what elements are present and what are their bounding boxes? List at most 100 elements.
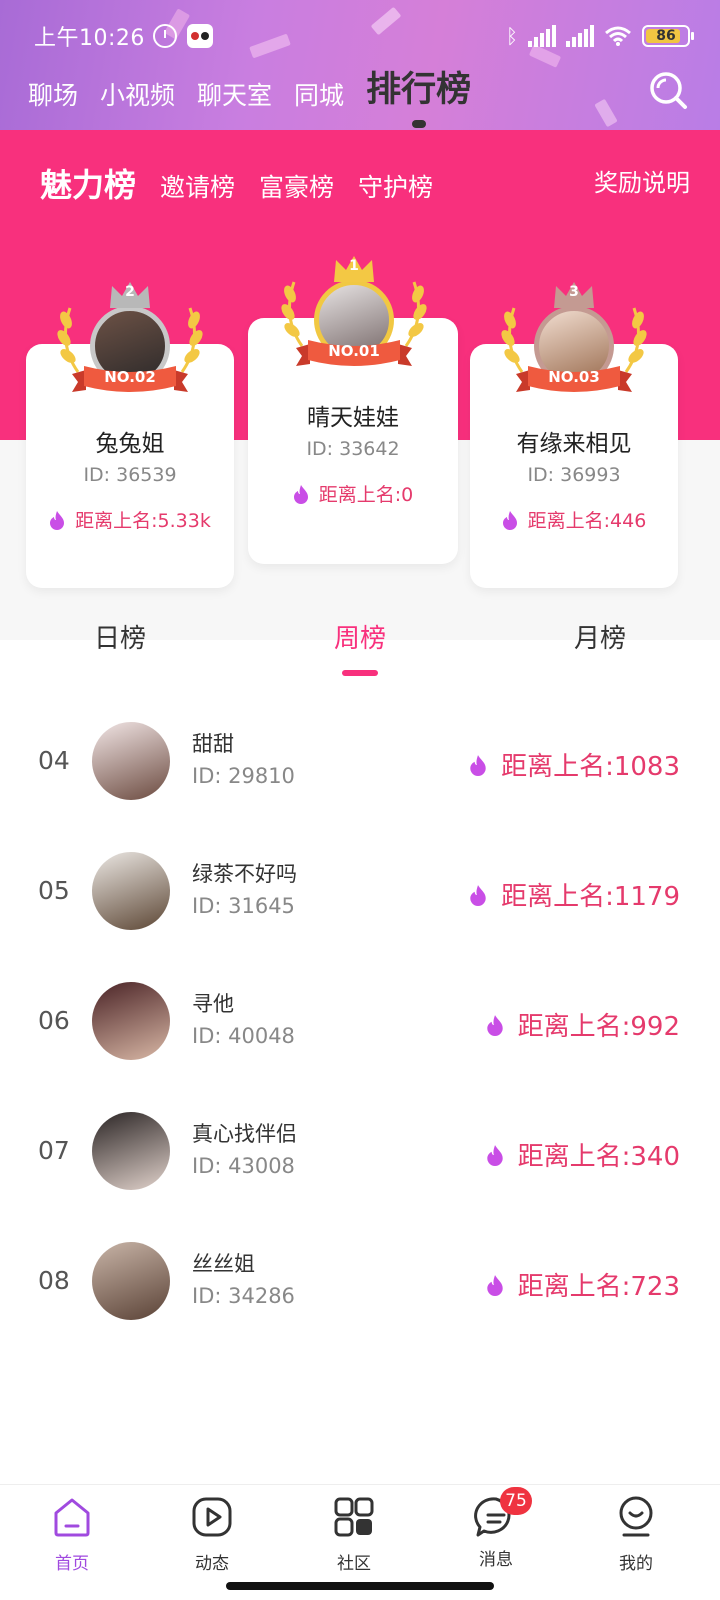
tab-charm[interactable]: 魅力榜 — [40, 160, 136, 206]
home-icon — [54, 1498, 90, 1537]
confetti-decoration — [594, 98, 618, 128]
nav-home[interactable]: 首页 — [12, 1495, 132, 1574]
reward-rules-link[interactable]: 奖励说明 — [594, 163, 690, 198]
gap-to-previous: 距离上名:340 — [486, 1136, 680, 1173]
user-name: 甜甜 — [192, 732, 234, 756]
podium-gap-text: 距离上名:5.33k — [75, 510, 211, 532]
list-item[interactable]: 05 绿茶不好吗 ID: 31645 距离上名:1179 — [0, 842, 720, 942]
home-indicator[interactable] — [226, 1582, 494, 1590]
rank-badge: NO.01 — [328, 342, 380, 360]
list-item[interactable]: 07 真心找伴侣 ID: 43008 距离上名:340 — [0, 1102, 720, 1202]
podium-gap: 距离上名:446 — [470, 506, 678, 533]
play-icon — [192, 1497, 232, 1537]
nav-community-label: 社区 — [337, 1554, 371, 1574]
nav-messages[interactable]: 75 消息 — [436, 1487, 556, 1570]
avatar — [92, 1112, 170, 1190]
avatar — [92, 852, 170, 930]
gap-text: 距离上名:1083 — [501, 752, 680, 782]
rank-number: 04 — [38, 746, 70, 775]
podium-gap: 距离上名:0 — [248, 480, 458, 507]
gap-to-previous: 距离上名:1083 — [469, 746, 680, 783]
user-name: 绿茶不好吗 — [192, 862, 297, 886]
battery-level: 86 — [656, 28, 676, 44]
message-icon-wrap: 75 — [474, 1487, 532, 1539]
profile-icon — [619, 1496, 653, 1537]
tab-short-video[interactable]: 小视频 — [100, 76, 175, 112]
gap-to-previous: 距离上名:1179 — [469, 876, 680, 913]
rank-badge: NO.03 — [548, 368, 600, 386]
list-item[interactable]: 08 丝丝姐 ID: 34286 距离上名:723 — [0, 1232, 720, 1332]
tab-leaderboard[interactable]: 排行榜 — [366, 61, 471, 128]
tab-guard[interactable]: 守护榜 — [358, 168, 433, 204]
ranking-list: 04 甜甜 ID: 29810 距离上名:1083 05 绿茶不好吗 ID: 3… — [0, 712, 720, 1482]
grid-icon — [334, 1497, 374, 1537]
list-item[interactable]: 06 寻他 ID: 40048 距离上名:992 — [0, 972, 720, 1072]
crown-rank-number: 2 — [125, 284, 135, 300]
bluetooth-icon: ᛒ — [506, 24, 518, 48]
gap-text: 距离上名:1179 — [501, 882, 680, 912]
tab-weekly[interactable]: 周榜 — [240, 618, 480, 678]
podium-id: ID: 36539 — [83, 464, 177, 486]
nav-feed[interactable]: 动态 — [152, 1495, 272, 1574]
user-id: ID: 40048 — [192, 1024, 295, 1048]
rank-number: 05 — [38, 876, 70, 905]
nav-profile-label: 我的 — [619, 1554, 653, 1574]
rank-number: 08 — [38, 1266, 70, 1295]
period-tabs: 日榜 周榜 月榜 — [0, 618, 720, 678]
gap-text: 距离上名:723 — [517, 1272, 680, 1302]
user-name: 真心找伴侣 — [192, 1122, 297, 1146]
user-name: 寻他 — [192, 992, 234, 1016]
avatar — [92, 722, 170, 800]
crown-rank-number: 1 — [349, 258, 359, 274]
nav-profile[interactable]: 我的 — [576, 1495, 696, 1574]
podium-gap-text: 距离上名:446 — [527, 510, 647, 532]
tab-same-city[interactable]: 同城 — [294, 76, 344, 112]
status-bar: 上午10:26 ᛒ 86 — [34, 18, 694, 54]
status-time: 上午10:26 — [34, 26, 145, 51]
gap-to-previous: 距离上名:992 — [486, 1006, 680, 1043]
user-id: ID: 43008 — [192, 1154, 295, 1178]
wifi-icon — [605, 26, 631, 46]
podium-name: 有缘来相见 — [516, 431, 632, 457]
gap-text: 距离上名:340 — [517, 1142, 680, 1172]
podium-medal-first: 1 NO.01 — [274, 252, 434, 392]
tab-monthly[interactable]: 月榜 — [480, 618, 720, 678]
nav-home-label: 首页 — [55, 1554, 89, 1574]
user-id: ID: 34286 — [192, 1284, 295, 1308]
tab-chat-room[interactable]: 聊天室 — [197, 76, 272, 112]
podium-name: 兔兔姐 — [95, 431, 165, 457]
rank-badge: NO.02 — [104, 368, 156, 386]
list-item[interactable]: 04 甜甜 ID: 29810 距离上名:1083 — [0, 712, 720, 812]
alarm-icon — [152, 24, 177, 48]
podium-gap-text: 距离上名:0 — [318, 484, 414, 506]
user-id: ID: 29810 — [192, 764, 295, 788]
unread-badge: 75 — [500, 1487, 532, 1515]
crown-rank-number: 3 — [569, 284, 579, 300]
user-name: 丝丝姐 — [192, 1252, 255, 1276]
category-tabs: 魅力榜 邀请榜 富豪榜 守护榜 — [40, 160, 433, 206]
search-icon[interactable] — [648, 70, 688, 110]
battery-icon: 86 — [642, 25, 694, 47]
tab-daily[interactable]: 日榜 — [0, 618, 240, 678]
nav-community[interactable]: 社区 — [294, 1495, 414, 1574]
gap-to-previous: 距离上名:723 — [486, 1266, 680, 1303]
gap-text: 距离上名:992 — [517, 1012, 680, 1042]
app-notification-icon — [186, 24, 213, 48]
flame-icon — [469, 884, 487, 906]
tab-chat-plaza[interactable]: 聊场 — [28, 76, 78, 112]
podium-medal-second: 2 NO.02 — [50, 278, 210, 418]
top-nav: 聊场 小视频 聊天室 同城 排行榜 — [28, 68, 471, 128]
rank-number: 06 — [38, 1006, 70, 1035]
podium-gap: 距离上名:5.33k — [26, 506, 234, 533]
podium-medal-third: 3 NO.03 — [494, 278, 654, 418]
tab-wealth[interactable]: 富豪榜 — [259, 168, 334, 204]
avatar — [92, 982, 170, 1060]
flame-icon — [469, 754, 487, 776]
podium-id: ID: 33642 — [306, 438, 400, 460]
tab-invite[interactable]: 邀请榜 — [160, 168, 235, 204]
flame-icon — [486, 1014, 504, 1036]
signal-icon — [528, 25, 556, 47]
podium-id: ID: 36993 — [527, 464, 621, 486]
flame-icon — [49, 510, 65, 530]
user-id: ID: 31645 — [192, 894, 295, 918]
